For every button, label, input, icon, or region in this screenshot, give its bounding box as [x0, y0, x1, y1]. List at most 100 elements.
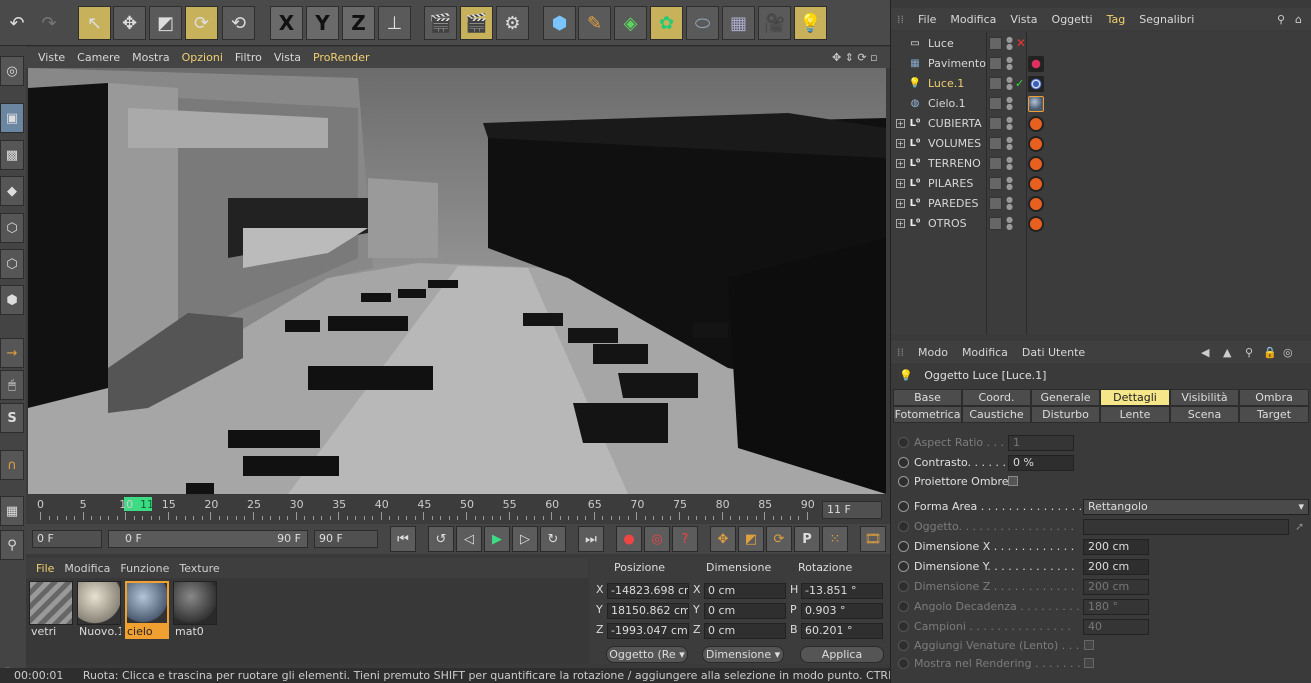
- object-row-cubierta[interactable]: + L⁰ CUBIERTA ● ●: [891, 114, 1311, 134]
- search-icon[interactable]: ⚲: [1245, 346, 1253, 359]
- animate-radio[interactable]: [898, 621, 909, 632]
- render-settings-icon[interactable]: ⚙: [496, 6, 529, 40]
- axis-mode-icon[interactable]: →: [0, 338, 24, 368]
- timeline-ruler[interactable]: 11 0 5 10 15 20 25 30 35 40 45 50 55 60 65 70 75 80 85 90 …: [26, 495, 890, 523]
- animate-radio[interactable]: [898, 521, 909, 532]
- target-tag-icon[interactable]: [1028, 76, 1044, 92]
- lock-icon[interactable]: 🔒: [1263, 346, 1277, 359]
- make-editable-icon[interactable]: ◎: [0, 56, 24, 86]
- magnet-icon[interactable]: ∩: [0, 450, 24, 480]
- key-parameter-icon[interactable]: P: [794, 526, 820, 552]
- size-z-field[interactable]: 0 cm: [704, 623, 786, 639]
- object-row-luce1[interactable]: 💡 Luce.1 ● ● ✓: [891, 74, 1311, 94]
- rotate-tool-icon[interactable]: ⟳: [185, 6, 218, 40]
- new-manager-icon[interactable]: ◎: [1283, 346, 1293, 359]
- material-tag-icon[interactable]: [1028, 96, 1044, 112]
- keyframe-selection-icon[interactable]: ?: [672, 526, 698, 552]
- attr-menu-modifica[interactable]: Modifica: [962, 346, 1008, 359]
- object-row-pavimento[interactable]: ▦ Pavimento ● ●: [891, 54, 1311, 74]
- play-icon[interactable]: ▶: [484, 526, 510, 552]
- object-menu-vista[interactable]: Vista: [1010, 13, 1037, 26]
- material-mat0[interactable]: mat0: [173, 581, 217, 639]
- search-icon[interactable]: ⚲: [1277, 13, 1285, 26]
- object-name[interactable]: CUBIERTA: [928, 117, 982, 130]
- object-name[interactable]: Luce.1: [928, 77, 964, 90]
- rotation-h-field[interactable]: -13.851 °: [801, 583, 883, 599]
- object-row-volumes[interactable]: + L⁰ VOLUMES ● ●: [891, 134, 1311, 154]
- expand-icon[interactable]: +: [896, 219, 905, 228]
- tab-disturbo[interactable]: Disturbo: [1031, 406, 1100, 423]
- material-menu-file[interactable]: File: [36, 562, 54, 575]
- select-tool-icon[interactable]: ↖: [78, 6, 111, 40]
- size-z-field[interactable]: 200 cm: [1083, 579, 1149, 595]
- subdivision-icon[interactable]: ◈: [614, 6, 647, 40]
- tab-lente[interactable]: Lente: [1100, 406, 1170, 423]
- key-position-icon[interactable]: ✥: [710, 526, 736, 552]
- snap-icon[interactable]: S: [0, 403, 24, 433]
- key-rotation-icon[interactable]: ⟳: [766, 526, 792, 552]
- tab-fotometrica[interactable]: Fotometrica: [893, 406, 962, 423]
- position-x-field[interactable]: -14823.698 cr: [607, 583, 689, 599]
- object-menu-modifica[interactable]: Modifica: [950, 13, 996, 26]
- recent-tool-icon[interactable]: ⟲: [222, 6, 255, 40]
- object-row-luce[interactable]: ▭ Luce ● ● ✕: [891, 34, 1311, 54]
- points-mode-icon[interactable]: ⬡: [0, 213, 24, 243]
- area-shape-select[interactable]: Rettangolo ▾: [1083, 499, 1309, 515]
- current-frame-field[interactable]: 11 F: [822, 501, 882, 519]
- y-axis-lock-icon[interactable]: Y: [306, 6, 339, 40]
- tab-base[interactable]: Base: [893, 389, 962, 406]
- animate-radio[interactable]: [898, 476, 909, 487]
- object-row-otros[interactable]: + L⁰ OTROS ● ●: [891, 214, 1311, 234]
- object-name[interactable]: PILARES: [928, 177, 973, 190]
- tweak-mode-icon[interactable]: 🖱: [0, 370, 24, 400]
- animate-radio[interactable]: [898, 437, 909, 448]
- animate-radio[interactable]: [898, 581, 909, 592]
- tab-target[interactable]: Target: [1239, 406, 1309, 423]
- material-menu-texture[interactable]: Texture: [179, 562, 219, 575]
- editor-render-dots[interactable]: ● ●: [1006, 36, 1013, 51]
- disabled-x-icon[interactable]: ✕: [1016, 36, 1026, 50]
- size-x-field[interactable]: 200 cm: [1083, 539, 1149, 555]
- visibility-toggle[interactable]: [989, 157, 1002, 170]
- material-menu-modifica[interactable]: Modifica: [64, 562, 110, 575]
- editor-render-dots[interactable]: ● ●: [1006, 136, 1013, 151]
- editor-render-dots[interactable]: ● ●: [1006, 56, 1013, 71]
- expand-icon[interactable]: +: [896, 159, 905, 168]
- timeline-window-icon[interactable]: 🎞: [860, 526, 886, 552]
- animate-radio[interactable]: [898, 601, 909, 612]
- object-name[interactable]: OTROS: [928, 217, 967, 230]
- expand-icon[interactable]: +: [896, 199, 905, 208]
- enabled-check-icon[interactable]: ✓: [1015, 77, 1024, 90]
- material-menu-funzione[interactable]: Funzione: [120, 562, 169, 575]
- visibility-toggle[interactable]: [989, 177, 1002, 190]
- object-menu-segnalibri[interactable]: Segnalibri: [1139, 13, 1194, 26]
- x-axis-lock-icon[interactable]: X: [270, 6, 303, 40]
- expand-icon[interactable]: +: [896, 179, 905, 188]
- compositing-tag-icon[interactable]: [1028, 116, 1044, 132]
- size-x-field[interactable]: 0 cm: [704, 583, 786, 599]
- cloner-icon[interactable]: ✿: [650, 6, 683, 40]
- samples-field[interactable]: 40: [1083, 619, 1149, 635]
- previous-frame-icon[interactable]: ◁: [456, 526, 482, 552]
- polygons-mode-icon[interactable]: ⬢: [0, 285, 24, 315]
- position-z-field[interactable]: -1993.047 cm: [607, 623, 689, 639]
- pen-spline-icon[interactable]: ✎: [578, 6, 611, 40]
- go-to-start-icon[interactable]: ⏮: [390, 526, 416, 552]
- animate-radio[interactable]: [898, 561, 909, 572]
- object-menu-oggetti[interactable]: Oggetti: [1052, 13, 1093, 26]
- redo-icon[interactable]: ↷: [34, 6, 64, 40]
- coordinate-system-icon[interactable]: ⊥: [378, 6, 411, 40]
- edges-mode-icon[interactable]: ⬡: [0, 249, 24, 279]
- attr-menu-dati-utente[interactable]: Dati Utente: [1022, 346, 1085, 359]
- position-y-field[interactable]: 18150.862 cm: [607, 603, 689, 619]
- object-name[interactable]: TERRENO: [928, 157, 981, 170]
- animate-radio[interactable]: [898, 501, 909, 512]
- z-axis-lock-icon[interactable]: Z: [342, 6, 375, 40]
- workplane-icon[interactable]: ◆: [0, 176, 24, 206]
- animate-radio[interactable]: [898, 541, 909, 552]
- editor-render-dots[interactable]: ● ●: [1006, 216, 1013, 231]
- viewport-navigation-icons[interactable]: ✥ ⇕ ⟳ ▫: [832, 51, 878, 64]
- next-key-icon[interactable]: ↻: [540, 526, 566, 552]
- expand-icon[interactable]: +: [896, 119, 905, 128]
- key-scale-icon[interactable]: ◩: [738, 526, 764, 552]
